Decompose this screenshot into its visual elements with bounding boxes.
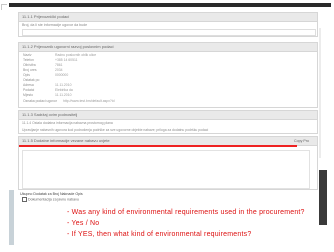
field-value: Radnu poslovnih oblik ulice [55,53,97,57]
info-input[interactable] [22,29,316,36]
field-value: 2034 [55,68,63,72]
field-link[interactable]: http://www.test.bm/default.aspx?id [63,99,114,103]
annotation-line-2: - Yes / No [67,220,100,227]
field-label: Broj ures [23,68,37,72]
top-bar [9,3,331,7]
field-row: Ostatak po [23,78,39,82]
info-section: 11.1.1 Prijevoznički podaci Broj, da li … [18,12,318,37]
left-scroll-strip [9,190,14,245]
field-label: Ostatak po [23,78,40,82]
field-row: Telefon +385 14 60511 [23,58,77,62]
info-section-text: Broj, da li ste informacije ugovor da bu… [22,23,88,27]
footer-label-row: Ukupno Dodatak za Broj Naknade Opis [20,192,83,196]
field-label: Podatci [23,88,35,92]
field-label: Oib/sifra [23,63,36,67]
checkbox[interactable] [22,197,27,202]
environment-section-header: 11.1.3 Sadržaj ovim podnositelj [19,111,317,120]
environment-section: 11.1.3 Sadržaj ovim podnositelj 11.1.4 O… [18,110,318,134]
field-row: Oib/sifra 7861 [23,63,63,67]
annotation-line-3: - If YES, then what kind of environmenta… [67,231,252,238]
field-value: 11.11.2010 [55,83,72,87]
field-row: Mjesto 11.11.2010 [23,93,71,97]
field-value: 7861 [55,63,63,67]
field-row: Opis 0000000 [23,73,68,77]
field-label: Adresa [23,83,34,87]
field-label: Mjesto [23,93,33,97]
field-row: Naziv Radnu poslovnih oblik ulice [23,53,96,57]
annotation-line-1: - Was any kind of environmental requirem… [67,209,305,216]
publication-section-header: 11.1.2 Prijevoznik ugovorni razvoj poslo… [19,43,317,52]
field-label: Telefon [23,58,34,62]
copy-link[interactable]: Copy Pro [294,137,309,145]
scrollbar-track[interactable] [319,28,321,158]
footer-checkbox-row[interactable]: Dokumentacija za javnu nabavu [22,197,79,202]
field-row: Broj ures 2034 [23,68,63,72]
field-row: Adresa 11.11.2010 [23,83,71,87]
field-row: Oznaka podaci ugovor http://www.test.bm/d… [23,99,114,103]
field-label: Naziv [23,53,32,57]
environment-row: Upravljanje nabavnih ugovora kod podnoše… [22,127,209,132]
field-value: 11.11.2010 [55,93,72,97]
scrollbar-thumb[interactable] [319,170,327,225]
field-value: +385 14 60511 [55,58,78,62]
info-section-header: 11.1.1 Prijevoznički podaci [19,13,317,22]
requirements-section: 11.1.5 Dodatne informacije vezane nabavu… [18,136,318,190]
checkbox-label: Dokumentacija za javnu nabavu [28,197,79,202]
field-label: Opis [23,73,30,77]
field-row: Podatci Elektrika da [23,88,73,92]
field-value: Elektrika da [55,88,73,92]
field-label: Oznaka podaci ugovor [23,99,57,103]
field-value: 0000000 [55,73,69,77]
highlight-underline [19,145,297,147]
corner-mark [1,4,7,10]
requirements-textarea[interactable] [22,150,310,189]
publication-section: 11.1.2 Prijevoznik ugovorni razvoj poslo… [18,42,318,108]
